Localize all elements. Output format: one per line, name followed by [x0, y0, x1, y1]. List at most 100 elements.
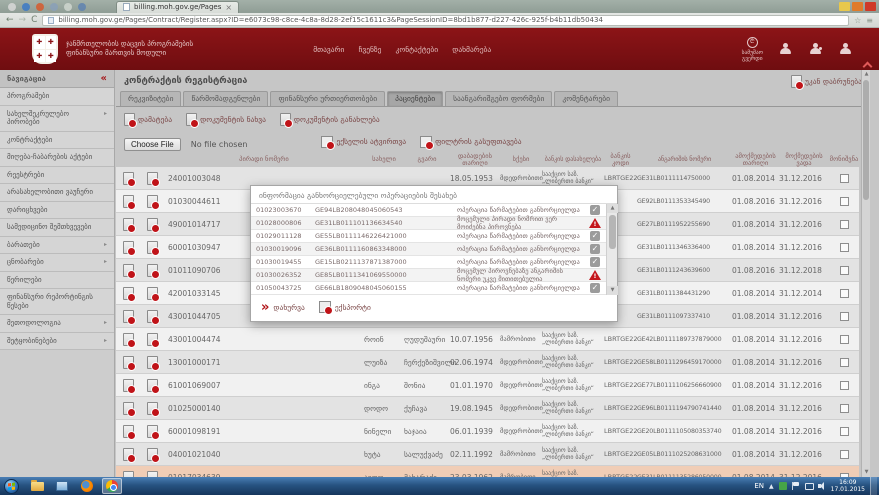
show-desktop-button[interactable]	[870, 477, 877, 495]
mini-icon-3[interactable]	[36, 3, 44, 11]
action-center-icon[interactable]	[792, 482, 800, 490]
mini-icon-4[interactable]	[50, 3, 58, 11]
row-edit-icon[interactable]	[123, 195, 134, 208]
sidebar-item[interactable]: შეტყობინებები ▸	[0, 333, 114, 351]
network-icon[interactable]	[805, 482, 813, 490]
row-checkbox[interactable]	[840, 404, 849, 413]
tab-close-icon[interactable]: ×	[225, 4, 232, 11]
sidebar-item[interactable]: ცნობარები ▸	[0, 254, 114, 272]
table-row[interactable]: 01025000140 დოდო ქუჩავა 19.08.1945 მდედრ…	[116, 397, 859, 420]
row-edit-icon[interactable]	[123, 425, 134, 438]
modal-scroll-up-icon[interactable]: ▲	[607, 204, 618, 213]
modal-export-button[interactable]: ექსპორტი	[319, 301, 371, 313]
header-nav-link[interactable]: ჩვენზე	[358, 45, 381, 54]
tab[interactable]: წარმომადგენლები	[183, 91, 268, 106]
media-app-icon[interactable]	[52, 478, 72, 494]
modal-row[interactable]: 01050043725 GE66LB1809048045060155 ოპერა…	[251, 282, 606, 295]
tab[interactable]: რეკვიზიტები	[120, 91, 181, 106]
table-row[interactable]: 13001000171 ლუიზა ჩერქეზიშვილი 02.06.197…	[116, 351, 859, 374]
col-check[interactable]: მონიშვნა	[829, 156, 859, 163]
row-checkbox[interactable]	[840, 289, 849, 298]
clock[interactable]: 16:09 17.01.2015	[831, 479, 865, 493]
start-button[interactable]	[4, 479, 19, 494]
row-edit-icon[interactable]	[123, 287, 134, 300]
choose-file-button[interactable]: Choose File	[124, 138, 181, 151]
sidebar-item[interactable]: დარიცხვები	[0, 202, 114, 220]
col-bank-code[interactable]: ბანკის კოდი	[604, 153, 637, 167]
col-name[interactable]: სახელი	[364, 156, 404, 163]
row-view-icon[interactable]	[147, 172, 158, 185]
row-view-icon[interactable]	[147, 333, 158, 346]
hidden-icons-arrow[interactable]: ▲	[769, 483, 774, 490]
col-birth-date[interactable]: დაბადების თარიღი	[450, 153, 500, 167]
clear-filter-button[interactable]: ფილტრის გასუფთავება	[420, 136, 521, 148]
row-edit-icon[interactable]	[123, 333, 134, 346]
row-edit-icon[interactable]	[123, 448, 134, 461]
row-edit-icon[interactable]	[123, 310, 134, 323]
maximize-button[interactable]	[852, 2, 863, 11]
tab[interactable]: ფინანსური ურთიერთობები	[270, 91, 385, 106]
volume-icon[interactable]	[818, 482, 826, 490]
row-checkbox[interactable]	[840, 358, 849, 367]
row-view-icon[interactable]	[147, 218, 158, 231]
collapse-header-icon[interactable]	[864, 61, 871, 68]
modal-close-button[interactable]: » დახურვა	[261, 302, 305, 313]
mini-icon-1[interactable]	[8, 3, 16, 11]
table-row[interactable]: 01017034639 ავთო მახარაძე 23.03.1962 მამ…	[116, 466, 859, 477]
sidebar-item[interactable]: სამედიცინო შემთხვევები	[0, 219, 114, 237]
user-icon[interactable]	[779, 43, 793, 55]
row-view-icon[interactable]	[147, 402, 158, 415]
excel-upload-button[interactable]: ექსელის ატვირთვა	[321, 136, 406, 148]
scroll-up-icon[interactable]: ▲	[862, 70, 871, 79]
row-checkbox[interactable]	[840, 335, 849, 344]
refresh-document-button[interactable]: დოკუმენტის განახლება	[280, 113, 380, 126]
col-surname[interactable]: გვარი	[404, 156, 450, 163]
back-icon[interactable]: ←	[6, 15, 14, 25]
modal-scrollbar-thumb[interactable]	[609, 215, 616, 249]
sidebar-item[interactable]: მეთოდოლოგია ▸	[0, 315, 114, 333]
users-icon[interactable]	[839, 43, 853, 55]
row-edit-icon[interactable]	[123, 402, 134, 415]
modal-row[interactable]: 01030026352 GE85LB0111341069550000 მოცემ…	[251, 269, 606, 282]
modal-row[interactable]: 01028000806 GE31LB011101136634540 მოცემუ…	[251, 217, 606, 230]
browser-tab[interactable]: billing.moh.gov.ge/Pages ×	[116, 1, 239, 13]
row-edit-icon[interactable]	[123, 241, 134, 254]
row-edit-icon[interactable]	[123, 356, 134, 369]
work-page-widget[interactable]: ₾ სამუშაო გვერდი	[742, 37, 763, 62]
col-bank-name[interactable]: ბანკის დასახელება	[542, 156, 604, 163]
scrollbar-thumb[interactable]	[863, 80, 869, 200]
sidebar-collapse-icon[interactable]: «	[101, 74, 107, 84]
col-account-number[interactable]: ანგარიშის ნომერი	[637, 156, 732, 163]
row-view-icon[interactable]	[147, 195, 158, 208]
row-checkbox[interactable]	[840, 381, 849, 390]
mini-icon-6[interactable]	[78, 3, 86, 11]
row-view-icon[interactable]	[147, 287, 158, 300]
sidebar-item[interactable]: ფინანსური რეპორტინგის წესები	[0, 289, 114, 315]
language-indicator[interactable]: EN	[754, 482, 764, 490]
bookmark-star-icon[interactable]: ☆	[854, 16, 861, 25]
antivirus-tray-icon[interactable]	[779, 482, 787, 490]
sidebar-item[interactable]: პროგრამები	[0, 88, 114, 106]
row-checkbox[interactable]	[840, 220, 849, 229]
scroll-down-icon[interactable]: ▼	[862, 468, 871, 477]
row-view-icon[interactable]	[147, 241, 158, 254]
view-document-button[interactable]: დოკუმენტის ნახვა	[186, 113, 266, 126]
firefox-icon[interactable]	[77, 478, 97, 494]
reload-icon[interactable]: C	[31, 15, 37, 25]
table-row[interactable]: 04001021040 ხუტა სალუქვაძე 02.11.1992 მა…	[116, 443, 859, 466]
modal-scrollbar[interactable]: ▲ ▼	[606, 204, 617, 295]
row-checkbox[interactable]	[840, 174, 849, 183]
sidebar-item[interactable]: რეესტრები	[0, 167, 114, 185]
minimize-button[interactable]	[839, 2, 850, 11]
row-checkbox[interactable]	[840, 197, 849, 206]
row-edit-icon[interactable]	[123, 172, 134, 185]
url-field[interactable]: billing.moh.gov.ge/Pages/Contract/Regist…	[42, 15, 849, 26]
col-personal-number[interactable]: პირადი ნომერი	[164, 156, 364, 163]
mini-icon-5[interactable]	[64, 3, 72, 11]
row-edit-icon[interactable]	[123, 218, 134, 231]
row-view-icon[interactable]	[147, 448, 158, 461]
table-row[interactable]: 61001069007 ინგა შონია 01.01.1970 მდედრო…	[116, 374, 859, 397]
header-nav-link[interactable]: მთავარი	[313, 45, 344, 54]
row-view-icon[interactable]	[147, 310, 158, 323]
tab[interactable]: კომენტარები	[554, 91, 618, 106]
